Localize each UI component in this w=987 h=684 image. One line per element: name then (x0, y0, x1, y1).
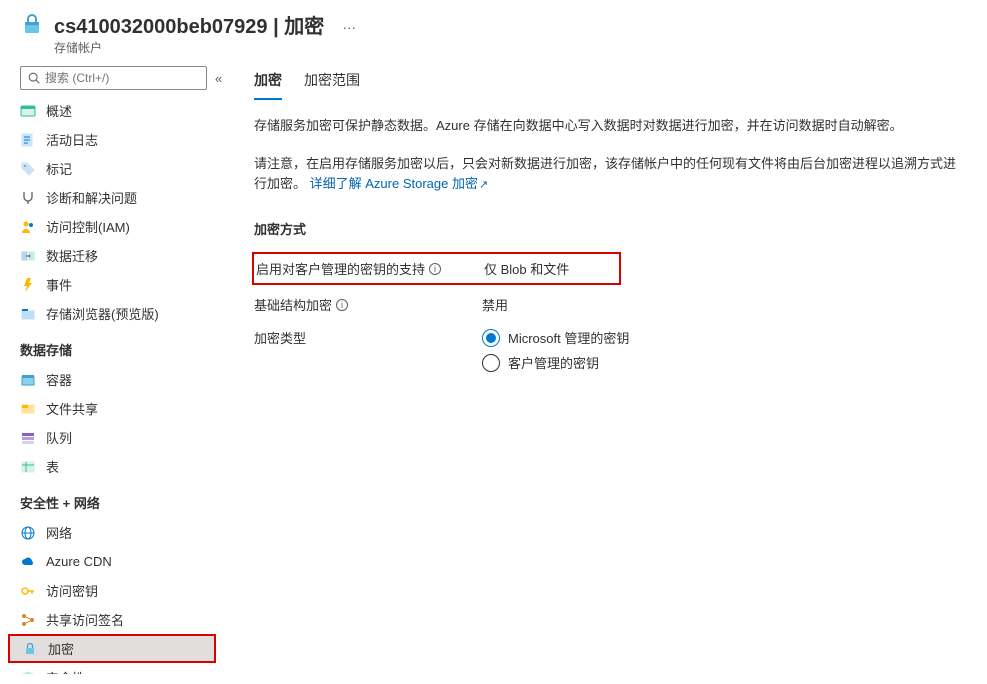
sidebar-item-label: 表 (46, 457, 59, 476)
encryption-description-2: 请注意，在启用存储服务加密以后，只会对新数据进行加密，该存储帐户中的任何现有文件… (254, 154, 967, 195)
sidebar-item-containers[interactable]: 容器 (16, 365, 224, 394)
sidebar-item-storage-explorer[interactable]: 存储浏览器(预览版) (16, 299, 224, 328)
radio-icon (482, 329, 500, 347)
sidebar-item-access-keys[interactable]: 访问密钥 (16, 576, 224, 605)
shared-access-signature-icon (20, 612, 36, 628)
tab-encryption-scope[interactable]: 加密范围 (304, 66, 360, 100)
collapse-sidebar-button[interactable]: « (215, 71, 222, 86)
sidebar-section-data-storage: 数据存储 (16, 328, 224, 365)
sidebar-item-label: 访问密钥 (46, 581, 98, 600)
sidebar-item-tables[interactable]: 表 (16, 452, 224, 481)
sidebar-item-events[interactable]: 事件 (16, 270, 224, 299)
azure-cdn-icon (20, 554, 36, 570)
learn-more-link[interactable]: 详细了解 Azure Storage 加密↗ (310, 176, 489, 191)
sidebar-item-encryption[interactable]: 加密 (8, 634, 216, 663)
sidebar-item-networking[interactable]: 网络 (16, 518, 224, 547)
storage-explorer-icon (20, 306, 36, 322)
access-keys-icon (20, 583, 36, 599)
iam-icon (20, 219, 36, 235)
sidebar-item-label: 共享访问签名 (46, 610, 124, 629)
networking-icon (20, 525, 36, 541)
sidebar-item-label: 网络 (46, 523, 72, 542)
sidebar-item-label: 事件 (46, 275, 72, 294)
diagnose-icon (20, 190, 36, 206)
external-link-icon: ↗ (479, 179, 488, 191)
encryption-type-heading: 加密方式 (254, 219, 967, 238)
data-migration-icon (20, 248, 36, 264)
sidebar-section-security-networking: 安全性 + 网络 (16, 481, 224, 518)
containers-icon (20, 372, 36, 388)
info-icon[interactable]: i (429, 263, 441, 275)
queues-icon (20, 430, 36, 446)
sidebar-item-activity-log[interactable]: 活动日志 (16, 125, 224, 154)
sidebar-item-tags[interactable]: 标记 (16, 154, 224, 183)
infrastructure-encryption-label: 基础结构加密 i (254, 295, 482, 314)
sidebar-item-label: 存储浏览器(预览版) (46, 304, 159, 323)
sidebar-item-label: 活动日志 (46, 130, 98, 149)
sidebar-item-label: 安全性 (46, 668, 85, 674)
encryption-icon (22, 641, 38, 657)
sidebar-item-overview[interactable]: 概述 (16, 96, 224, 125)
radio-microsoft-managed-keys[interactable]: Microsoft 管理的密钥 (482, 328, 967, 347)
page-header: cs410032000beb07929 | 加密 存储帐户 … (0, 0, 987, 64)
sidebar-item-label: 加密 (48, 639, 74, 658)
cmk-support-value: 仅 Blob 和文件 (484, 259, 605, 278)
encryption-type-label: 加密类型 (254, 328, 482, 347)
main-content: 加密 加密范围 存储服务加密可保护静态数据。Azure 存储在向数据中心写入数据… (224, 64, 987, 684)
sidebar-item-security[interactable]: 安全性 (16, 663, 224, 674)
security-icon (20, 670, 36, 675)
search-input[interactable] (45, 71, 200, 85)
sidebar-item-iam[interactable]: 访问控制(IAM) (16, 212, 224, 241)
sidebar-item-file-shares[interactable]: 文件共享 (16, 394, 224, 423)
sidebar-item-label: 队列 (46, 428, 72, 447)
sidebar-item-label: 数据迁移 (46, 246, 98, 265)
tab-encryption[interactable]: 加密 (254, 66, 282, 100)
overview-icon (20, 103, 36, 119)
radio-icon (482, 354, 500, 372)
cmk-support-label: 启用对客户管理的密钥的支持 i (256, 259, 484, 278)
sidebar-item-label: 容器 (46, 370, 72, 389)
lock-icon (20, 12, 44, 36)
sidebar-item-sas[interactable]: 共享访问签名 (16, 605, 224, 634)
sidebar-item-label: 标记 (46, 159, 72, 178)
sidebar-item-label: 访问控制(IAM) (46, 217, 130, 236)
encryption-description-1: 存储服务加密可保护静态数据。Azure 存储在向数据中心写入数据时对数据进行加密… (254, 116, 967, 136)
activity-log-icon (20, 132, 36, 148)
sidebar-item-data-migration[interactable]: 数据迁移 (16, 241, 224, 270)
page-subtitle: 存储帐户 (54, 39, 324, 56)
sidebar-item-label: 概述 (46, 101, 72, 120)
infrastructure-encryption-value: 禁用 (482, 295, 967, 314)
page-title: cs410032000beb07929 | 加密 (54, 10, 324, 39)
sidebar-item-azure-cdn[interactable]: Azure CDN (16, 547, 224, 576)
sidebar-item-diagnose[interactable]: 诊断和解决问题 (16, 183, 224, 212)
search-icon (27, 71, 41, 85)
sidebar-item-label: 诊断和解决问题 (46, 188, 137, 207)
radio-customer-managed-keys[interactable]: 客户管理的密钥 (482, 353, 967, 372)
tags-icon (20, 161, 36, 177)
tables-icon (20, 459, 36, 475)
more-button[interactable]: … (342, 10, 357, 32)
sidebar: « 概述 活动日志 标记 诊断和解决问题 (0, 64, 224, 684)
sidebar-item-queues[interactable]: 队列 (16, 423, 224, 452)
search-box[interactable] (20, 66, 207, 90)
info-icon[interactable]: i (336, 299, 348, 311)
file-shares-icon (20, 401, 36, 417)
events-icon (20, 277, 36, 293)
tabs: 加密 加密范围 (254, 66, 967, 100)
sidebar-item-label: Azure CDN (46, 554, 112, 569)
sidebar-item-label: 文件共享 (46, 399, 98, 418)
